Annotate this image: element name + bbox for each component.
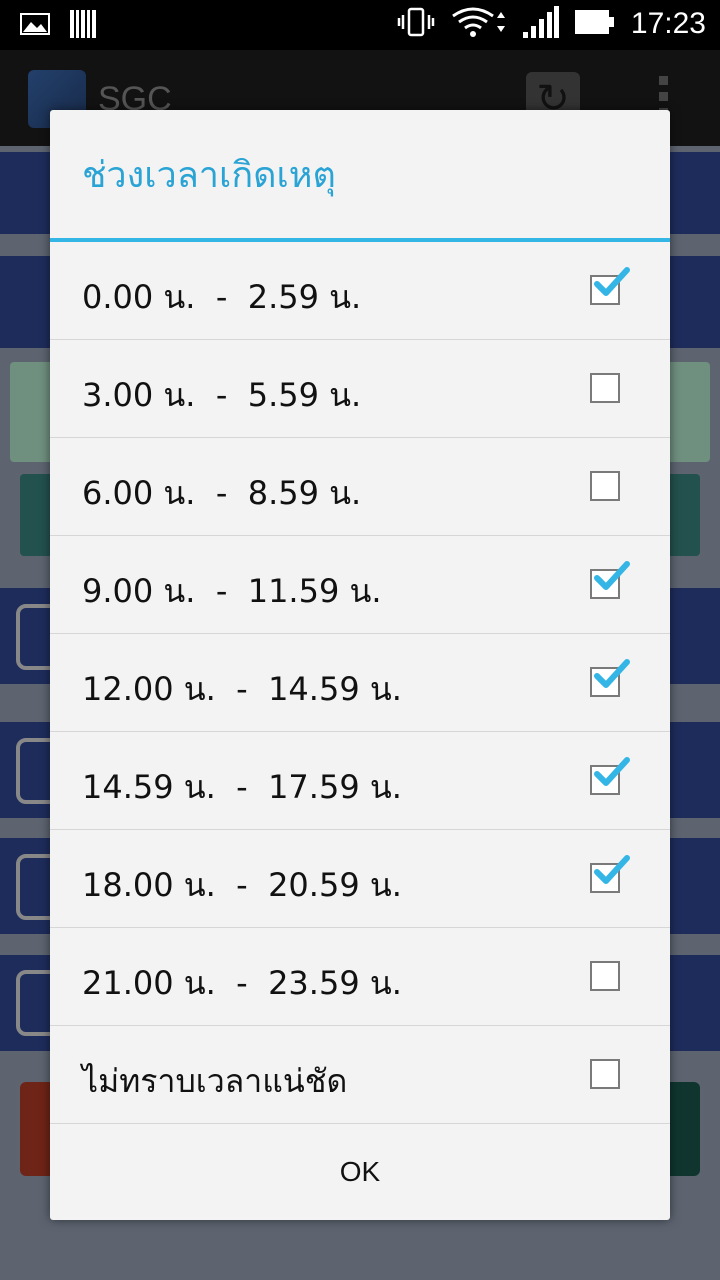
signal-icon	[522, 6, 559, 42]
checkbox-checked[interactable]	[590, 757, 630, 795]
list-item[interactable]: 12.00 น. - 14.59 น.	[50, 634, 670, 732]
gallery-icon	[20, 13, 50, 39]
checkbox-unchecked[interactable]	[590, 471, 620, 501]
list-item[interactable]: 3.00 น. - 5.59 น.	[50, 340, 670, 438]
list-item[interactable]: 9.00 น. - 11.59 น.	[50, 536, 670, 634]
list-item-label: 14.59 น. - 17.59 น.	[82, 768, 402, 806]
checkbox-checked[interactable]	[590, 659, 630, 697]
vibrate-icon	[397, 7, 435, 41]
check-icon	[594, 757, 630, 786]
dialog-title: ช่วงเวลาเกิดเหตุ	[82, 155, 336, 196]
status-bar: 17:23	[0, 0, 720, 50]
list-item[interactable]: 14.59 น. - 17.59 น.	[50, 732, 670, 830]
time-range-dialog: ช่วงเวลาเกิดเหตุ 0.00 น. - 2.59 น. 3.00 น…	[50, 110, 670, 1220]
checkbox-checked[interactable]	[590, 561, 630, 599]
list-item-label: 3.00 น. - 5.59 น.	[82, 376, 362, 414]
checkbox-unchecked[interactable]	[590, 373, 620, 403]
list-item-label: 21.00 น. - 23.59 น.	[82, 964, 402, 1002]
list-item-label: 6.00 น. - 8.59 น.	[82, 474, 362, 512]
check-icon	[594, 855, 630, 884]
list-item-label: 0.00 น. - 2.59 น.	[82, 278, 362, 316]
ok-button[interactable]: OK	[50, 1124, 670, 1220]
list-item-label: ไม่ทราบเวลาแน่ชัด	[82, 1062, 348, 1100]
checkbox-checked[interactable]	[590, 267, 630, 305]
time-range-list: 0.00 น. - 2.59 น. 3.00 น. - 5.59 น. 6.00 น…	[50, 242, 670, 1124]
check-icon	[594, 267, 630, 296]
list-item[interactable]: 0.00 น. - 2.59 น.	[50, 242, 670, 340]
list-item-label: 18.00 น. - 20.59 น.	[82, 866, 402, 904]
list-item[interactable]: 18.00 น. - 20.59 น.	[50, 830, 670, 928]
checkbox-unchecked[interactable]	[590, 961, 620, 991]
battery-icon	[574, 10, 615, 38]
list-item[interactable]: 6.00 น. - 8.59 น.	[50, 438, 670, 536]
list-item[interactable]: ไม่ทราบเวลาแน่ชัด	[50, 1026, 670, 1124]
check-icon	[594, 659, 630, 688]
list-item-label: 12.00 น. - 14.59 น.	[82, 670, 402, 708]
checkbox-unchecked[interactable]	[590, 1059, 620, 1089]
list-item-label: 9.00 น. - 11.59 น.	[82, 572, 382, 610]
wifi-icon	[451, 6, 507, 42]
check-icon	[594, 561, 630, 590]
checkbox-checked[interactable]	[590, 855, 630, 893]
barcode-icon	[70, 10, 96, 42]
dialog-button-bar: OK	[50, 1124, 670, 1220]
list-item[interactable]: 21.00 น. - 23.59 น.	[50, 928, 670, 1026]
clock: 17:23	[630, 7, 706, 40]
